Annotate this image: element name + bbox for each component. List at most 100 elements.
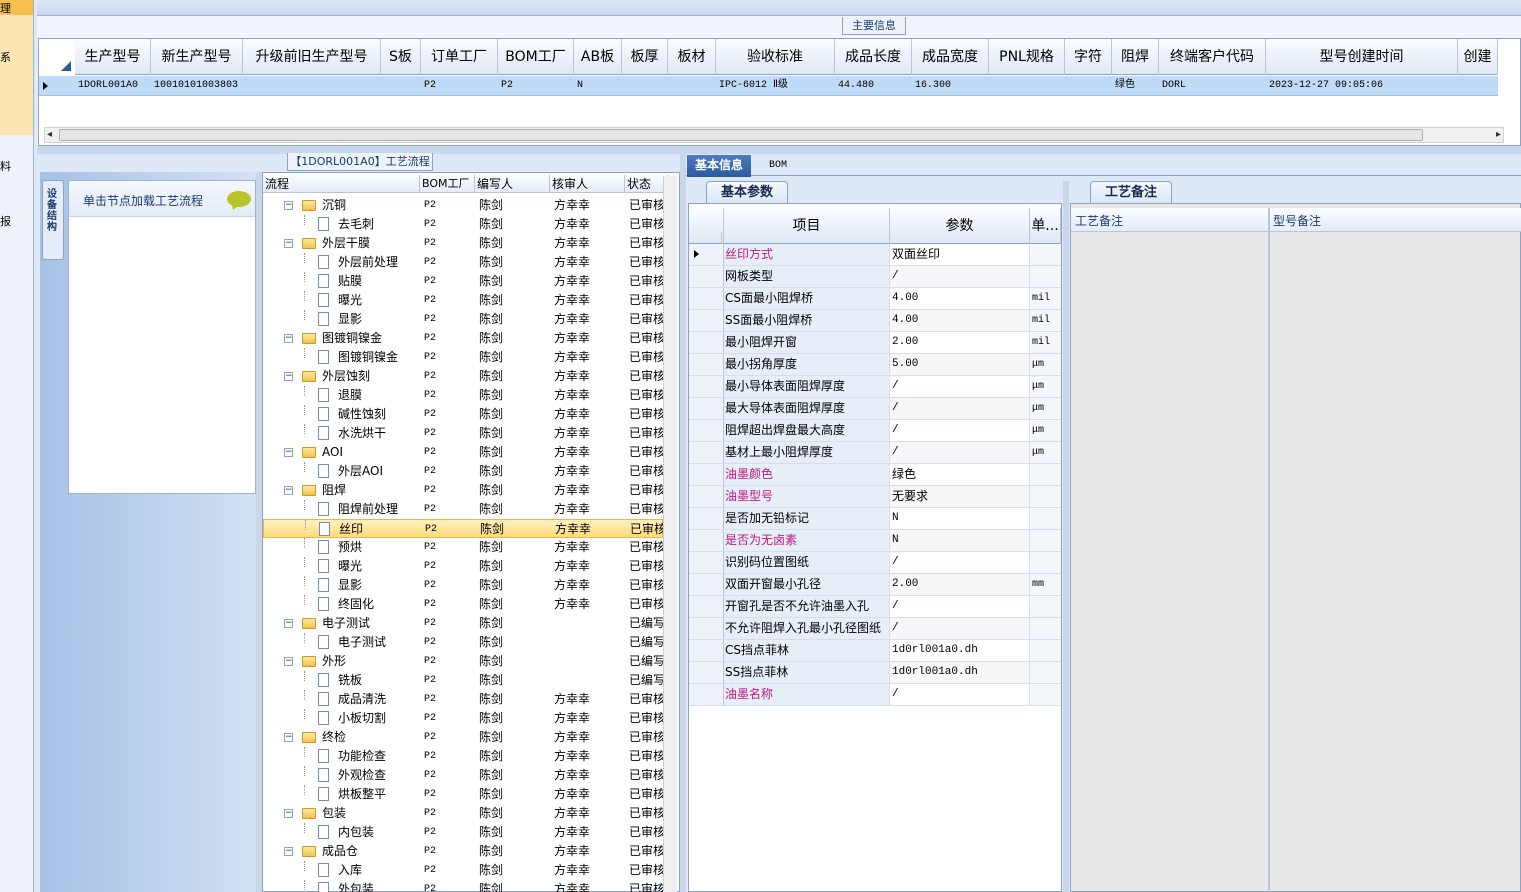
param-value[interactable]: 双面丝印 xyxy=(890,244,1030,265)
param-row-selector[interactable] xyxy=(689,354,724,375)
model-grid-col-16[interactable]: 型号创建时间 xyxy=(1266,39,1458,75)
tree-col-status[interactable]: 状态 xyxy=(625,175,668,193)
param-row[interactable]: 最小导体表面阻焊厚度 / μm xyxy=(689,376,1061,398)
param-value[interactable]: 5.00 xyxy=(890,354,1030,375)
param-value[interactable]: / xyxy=(890,266,1030,287)
info-splitter[interactable] xyxy=(1063,181,1069,892)
param-row-selector[interactable] xyxy=(689,310,724,331)
param-row-selector[interactable] xyxy=(689,508,724,529)
scroll-left-icon[interactable]: ◂ xyxy=(47,128,52,142)
collapse-icon[interactable]: − xyxy=(284,448,293,457)
param-value[interactable]: N xyxy=(890,530,1030,551)
param-row[interactable]: SS挡点菲林 1d0rl001a0.dh xyxy=(689,662,1061,684)
tree-step-row[interactable]: 图镀铜镍金 P2 陈剑 方幸幸 已审核 xyxy=(263,348,663,367)
tree-step-row[interactable]: 退膜 P2 陈剑 方幸幸 已审核 xyxy=(263,386,663,405)
param-value[interactable]: N xyxy=(890,508,1030,529)
param-row[interactable]: 最大导体表面阻焊厚度 / μm xyxy=(689,398,1061,420)
tree-step-row[interactable]: 外层前处理 P2 陈剑 方幸幸 已审核 xyxy=(263,253,663,272)
model-grid-cell-12[interactable] xyxy=(989,76,1065,96)
model-grid-col-9[interactable]: 验收标准 xyxy=(716,39,835,75)
param-row[interactable]: 不允许阻焊入孔最小孔径图纸 / xyxy=(689,618,1061,640)
model-grid-cell-16[interactable]: 2023-12-27 09:05:06 xyxy=(1266,76,1458,96)
model-grid-cell-0[interactable]: 1DORL001A0 xyxy=(75,76,151,96)
notes-divider[interactable] xyxy=(1268,208,1270,892)
params-col-unit[interactable]: 单... xyxy=(1030,208,1061,244)
param-row[interactable]: CS面最小阻焊桥 4.00 mil xyxy=(689,288,1061,310)
tree-step-row[interactable]: 碱性蚀刻 P2 陈剑 方幸幸 已审核 xyxy=(263,405,663,424)
params-col-value[interactable]: 参数 xyxy=(890,208,1030,244)
param-row[interactable]: 基材上最小阻焊厚度 / μm xyxy=(689,442,1061,464)
model-grid-cell-2[interactable] xyxy=(243,76,381,96)
model-grid-cell-10[interactable]: 44.480 xyxy=(835,76,912,96)
tree-group-row[interactable]: − 外形 P2 陈剑 已编写 xyxy=(263,652,663,671)
tree-step-row[interactable]: 铣板 P2 陈剑 已编写 xyxy=(263,671,663,690)
model-grid-cell-6[interactable]: N xyxy=(574,76,622,96)
param-value[interactable]: / xyxy=(890,618,1030,639)
param-row-selector[interactable] xyxy=(689,376,724,397)
tree-group-row[interactable]: − 阻焊 P2 陈剑 方幸幸 已审核 xyxy=(263,481,663,500)
model-grid-hscrollbar[interactable]: ◂ ▸ xyxy=(44,127,1504,143)
model-grid-cell-15[interactable]: DORL xyxy=(1159,76,1266,96)
tree-step-row[interactable]: 水洗烘干 P2 陈剑 方幸幸 已审核 xyxy=(263,424,663,443)
param-value[interactable]: / xyxy=(890,596,1030,617)
tree-step-row[interactable]: 去毛刺 P2 陈剑 方幸幸 已审核 xyxy=(263,215,663,234)
tree-step-row[interactable]: 曝光 P2 陈剑 方幸幸 已审核 xyxy=(263,557,663,576)
tree-group-row[interactable]: − 外层干膜 P2 陈剑 方幸幸 已审核 xyxy=(263,234,663,253)
model-grid-cell-4[interactable]: P2 xyxy=(421,76,498,96)
param-row[interactable]: 丝印方式 双面丝印 xyxy=(689,244,1061,266)
tree-step-row[interactable]: 外观检查 P2 陈剑 方幸幸 已审核 xyxy=(263,766,663,785)
param-value[interactable]: 无要求 xyxy=(890,486,1030,507)
model-grid-cell-1[interactable]: 10010101003803 xyxy=(151,76,243,96)
nav-vertical-tab[interactable]: 设备结构 xyxy=(42,180,64,260)
collapse-icon[interactable]: − xyxy=(284,809,293,818)
param-row-selector[interactable] xyxy=(689,618,724,639)
param-value[interactable]: / xyxy=(890,398,1030,419)
collapse-icon[interactable]: − xyxy=(284,334,293,343)
tab-bom[interactable]: BOM xyxy=(758,155,798,177)
model-grid-col-5[interactable]: BOM工厂 xyxy=(498,39,574,75)
model-grid-row[interactable]: 1DORL001A0 10010101003803 P2 P2 N IPC-6012 Ⅱ级… xyxy=(39,76,1498,96)
tree-col-bom[interactable]: BOM工厂 xyxy=(420,175,475,193)
tree-step-row[interactable]: 终固化 P2 陈剑 方幸幸 已审核 xyxy=(263,595,663,614)
model-grid-cell-8[interactable] xyxy=(668,76,716,96)
param-value[interactable]: 4.00 xyxy=(890,288,1030,309)
param-value[interactable]: 2.00 xyxy=(890,332,1030,353)
left-strip-label-2[interactable]: 系 xyxy=(0,49,11,65)
collapse-icon[interactable]: − xyxy=(284,619,293,628)
process-notes-title[interactable]: 工艺备注 xyxy=(1090,181,1172,203)
param-row-selector[interactable] xyxy=(689,420,724,441)
tree-step-row[interactable]: 电子测试 P2 陈剑 已编写 xyxy=(263,633,663,652)
model-grid-col-7[interactable]: 板厚 xyxy=(622,39,668,75)
param-value[interactable]: / xyxy=(890,684,1030,705)
model-grid-cell-17[interactable] xyxy=(1458,76,1498,96)
param-row[interactable]: 油墨名称 / xyxy=(689,684,1061,706)
param-value[interactable]: / xyxy=(890,442,1030,463)
tree-step-row[interactable]: 外包装 P2 陈剑 方幸幸 已审核 xyxy=(263,880,663,892)
model-grid-cell-5[interactable]: P2 xyxy=(498,76,574,96)
param-row-selector[interactable] xyxy=(689,398,724,419)
tree-group-row[interactable]: − 外层蚀刻 P2 陈剑 方幸幸 已审核 xyxy=(263,367,663,386)
tree-group-row[interactable]: − 包装 P2 陈剑 方幸幸 已审核 xyxy=(263,804,663,823)
model-grid-col-13[interactable]: 字符 xyxy=(1065,39,1112,75)
tree-step-row[interactable]: 烘板整平 P2 陈剑 方幸幸 已审核 xyxy=(263,785,663,804)
tree-step-row[interactable]: 小板切割 P2 陈剑 方幸幸 已审核 xyxy=(263,709,663,728)
scroll-right-icon[interactable]: ▸ xyxy=(1496,128,1501,142)
model-grid-cell-13[interactable] xyxy=(1065,76,1112,96)
collapse-icon[interactable]: − xyxy=(284,733,293,742)
param-row[interactable]: 网板类型 / xyxy=(689,266,1061,288)
model-grid-col-4[interactable]: 订单工厂 xyxy=(421,39,498,75)
param-row[interactable]: 是否加无铅标记 N xyxy=(689,508,1061,530)
tree-step-row[interactable]: 入库 P2 陈剑 方幸幸 已审核 xyxy=(263,861,663,880)
param-row-selector[interactable] xyxy=(689,530,724,551)
process-tree-vscrollbar[interactable] xyxy=(663,176,677,892)
model-grid-col-8[interactable]: 板材 xyxy=(668,39,716,75)
scroll-thumb[interactable] xyxy=(59,129,1423,141)
collapse-icon[interactable]: − xyxy=(284,847,293,856)
param-row[interactable]: CS挡点菲林 1d0rl001a0.dh xyxy=(689,640,1061,662)
model-grid-cell-14[interactable]: 绿色 xyxy=(1112,76,1159,96)
tree-group-row[interactable]: − 成品仓 P2 陈剑 方幸幸 已审核 xyxy=(263,842,663,861)
tree-step-row[interactable]: 显影 P2 陈剑 方幸幸 已审核 xyxy=(263,310,663,329)
model-grid-cell-9[interactable]: IPC-6012 Ⅱ级 xyxy=(716,76,835,96)
tree-group-row[interactable]: − 沉铜 P2 陈剑 方幸幸 已审核 xyxy=(263,196,663,215)
param-row[interactable]: SS面最小阻焊桥 4.00 mil xyxy=(689,310,1061,332)
